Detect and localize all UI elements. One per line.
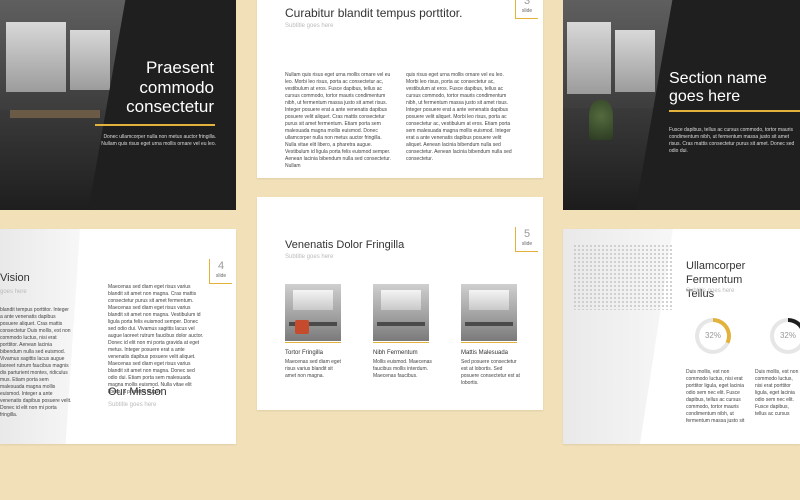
office-window [70, 30, 110, 90]
vision-text: blandit tempus porttitor. Integer a ante… [0, 307, 72, 418]
slide-top-left[interactable]: Praesent commodo consectetur Donec ullam… [0, 0, 236, 210]
feature-text-3: Sed posuere consectetur est at lobortis.… [461, 359, 520, 386]
accent-rule [461, 342, 517, 343]
slide-subtitle: Subtitle goes here [285, 254, 334, 260]
vision-subtitle: goes here [0, 289, 27, 295]
page-number: 5 [523, 228, 531, 240]
stat-text-1: Duis mollis, est non commodo luctus, nis… [686, 369, 745, 424]
page-number: 4 [217, 260, 225, 272]
accent-rule [373, 342, 429, 343]
slide-title: Praesent commodo consectetur [126, 58, 214, 117]
plant-shape [589, 100, 613, 140]
feature-title-1: Tortor Fringilla [285, 350, 324, 356]
office-window [615, 30, 655, 92]
slide-subtitle: Subtitle goes here [686, 288, 735, 294]
slide-title: Ullamcorper Fermentum Tellus [686, 260, 746, 300]
page-label: slide [215, 273, 227, 279]
office-window [567, 22, 611, 94]
slide-bottom-center[interactable]: Venenatis Dolor Fringilla Subtitle goes … [257, 197, 543, 410]
world-map-icon [573, 244, 673, 310]
page-label: slide [521, 8, 533, 14]
accent-rule [285, 342, 341, 343]
percentage-donut-1: 32% [695, 318, 731, 354]
slide-top-center[interactable]: Curabitur blandit tempus porttitor. Subt… [257, 0, 543, 178]
percentage-value-2: 32% [774, 322, 800, 350]
percentage-donut-2: 32% [770, 318, 800, 354]
slide-subtitle: Subtitle goes here [285, 23, 334, 29]
page-number-box: 5 slide [515, 227, 538, 252]
feature-text-1: Maecenas sed diam eget risus varius blan… [285, 359, 341, 379]
stat-text-2: Duis mollis, est non commodo luctus, nis… [755, 369, 799, 415]
slide-body-text: Fusce dapibus, tellus ac cursus commodo,… [669, 127, 795, 154]
office-photo-1 [285, 284, 341, 341]
vision-title: Vision [0, 272, 30, 284]
body-column-1: Nullam quis risus eget urna mollis ornar… [285, 72, 391, 169]
mission-title: Our Mission [108, 386, 167, 398]
body-column-2: quis risus eget urna mollis ornare vel e… [406, 72, 512, 162]
page-number-box: 3 slide [515, 0, 538, 19]
feature-text-2: Mollis euismod. Maecenas faucibus mollis… [373, 359, 432, 379]
page-label: slide [521, 241, 533, 247]
slide-body-text: Donec ullamcorper nulla non metus auctor… [101, 134, 216, 147]
slide-title: Venenatis Dolor Fringilla [285, 239, 405, 251]
slide-top-right[interactable]: Section name goes here Fusce dapibus, te… [563, 0, 800, 210]
office-photo-2 [373, 284, 429, 341]
office-photo-3 [461, 284, 517, 341]
page-number: 3 [523, 0, 531, 7]
feature-title-3: Mattis Malesuada [461, 350, 509, 356]
mission-subtitle: Subtitle goes here [108, 402, 157, 408]
feature-title-2: Nibh Fermentum [373, 350, 418, 356]
percentage-value-1: 32% [699, 322, 727, 350]
slide-bottom-left[interactable]: Vision goes here blandit tempus porttito… [0, 229, 236, 444]
vision-body-text: Maecenas sed diam eget risus varius blan… [108, 284, 204, 395]
slide-title: Section name goes here [669, 70, 767, 106]
accent-rule [95, 124, 215, 126]
page-number-box: 4 slide [209, 259, 232, 284]
slide-title: Curabitur blandit tempus porttitor. [285, 6, 463, 20]
desk-shape [10, 110, 100, 118]
office-window [6, 22, 66, 92]
accent-rule [669, 110, 800, 112]
